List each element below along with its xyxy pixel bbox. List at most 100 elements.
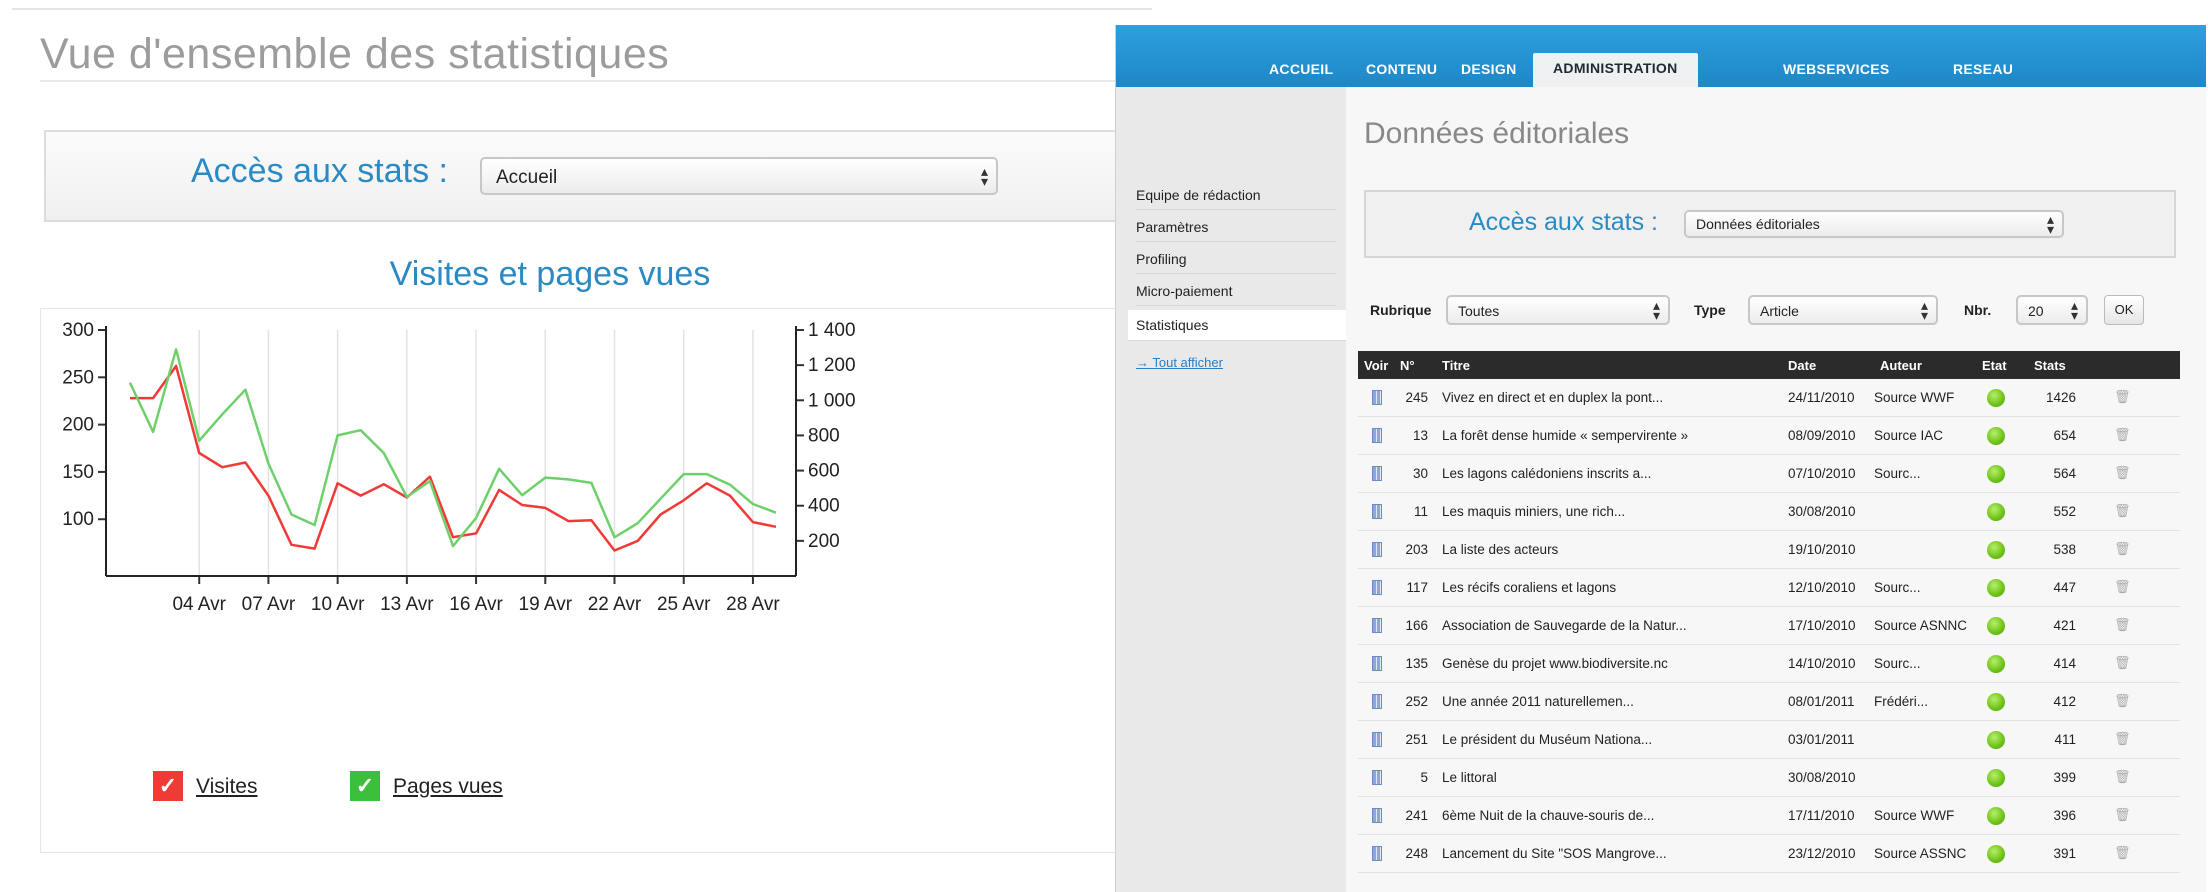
stats-page-select[interactable]: Accueil ▴ ▾ [480,157,998,195]
trash-icon[interactable]: 🗑 [2114,655,2131,671]
trash-icon[interactable]: 🗑 [2114,769,2131,785]
type-label: Type [1694,302,1726,318]
page-title: Vue d'ensemble des statistiques [40,30,670,78]
row-title[interactable]: Les récifs coraliens et lagons [1442,580,1616,595]
pageviews-series-line [128,348,777,548]
table-row[interactable]: 30 Les lagons calédoniens inscrits a... 07… [1358,455,2180,493]
table-row[interactable]: 135 Genèse du projet www.biodiversite.nc 1… [1358,645,2180,683]
table-row[interactable]: 248 Lancement du Site "SOS Mangrove... 23/… [1358,835,2180,873]
trash-icon[interactable]: 🗑 [2114,579,2131,595]
view-icon[interactable] [1372,542,1382,557]
checkbox-checked-icon[interactable]: ✓ [350,771,380,801]
row-title[interactable]: Les maquis miniers, une rich... [1442,504,1625,519]
rubrique-select[interactable]: Toutes ▴ ▾ [1446,295,1670,325]
nav-webservices[interactable]: WEBSERVICES [1783,61,1890,77]
trash-icon[interactable]: 🗑 [2114,503,2131,519]
view-icon[interactable] [1372,732,1382,747]
view-icon[interactable] [1372,466,1382,481]
table-row[interactable]: 117 Les récifs coraliens et lagons 12/10/2… [1358,569,2180,607]
row-date: 17/10/2010 [1788,618,1856,633]
sidebar-item-profiling[interactable]: Profiling [1136,251,1336,274]
table-row[interactable]: 252 Une année 2011 naturellemen... 08/01/2… [1358,683,2180,721]
row-date: 24/11/2010 [1788,390,1855,405]
row-title[interactable]: La liste des acteurs [1442,542,1558,557]
view-icon[interactable] [1372,846,1382,861]
row-title[interactable]: Genèse du projet www.biodiversite.nc [1442,656,1668,671]
trash-icon[interactable]: 🗑 [2114,389,2131,405]
row-title[interactable]: La forêt dense humide « sempervirente » [1442,428,1688,443]
table-row[interactable]: 11 Les maquis miniers, une rich... 30/08/2… [1358,493,2180,531]
view-icon[interactable] [1372,504,1382,519]
right-stats-select-value: Données éditoriales [1696,216,1820,232]
nav-administration[interactable]: ADMINISTRATION [1533,53,1698,87]
row-title[interactable]: Association de Sauvegarde de la Natur... [1442,618,1687,633]
col-auteur[interactable]: Auteur [1880,358,1922,373]
row-title[interactable]: 6ème Nuit de la chauve-souris de... [1442,808,1654,823]
row-title[interactable]: Le littoral [1442,770,1497,785]
nav-contenu[interactable]: CONTENU [1366,61,1437,77]
sidebar-item-statistiques[interactable]: Statistiques [1128,310,1346,341]
table-row[interactable]: 166 Association de Sauvegarde de la Natur… [1358,607,2180,645]
row-date: 14/10/2010 [1788,656,1856,671]
row-date: 08/01/2011 [1788,694,1855,709]
nav-reseau[interactable]: RESEAU [1953,61,2013,77]
legend-visits-label[interactable]: Visites [196,775,257,799]
row-title[interactable]: Les lagons calédoniens inscrits a... [1442,466,1651,481]
nbr-select[interactable]: 20 ▴ ▾ [2016,295,2088,325]
sidebar-item-equipe[interactable]: Equipe de rédaction [1136,187,1336,210]
col-titre[interactable]: Titre [1442,358,1470,373]
trash-icon[interactable]: 🗑 [2114,617,2131,633]
content-title: Données éditoriales [1364,117,1630,150]
top-divider [12,8,1152,10]
view-icon[interactable] [1372,428,1382,443]
x-tick-label: 16 Avr [449,594,503,615]
table-row[interactable]: 5 Le littoral 30/08/2010 399 🗑 [1358,759,2180,797]
row-title[interactable]: Vivez en direct et en duplex la pont... [1442,390,1663,405]
table-row[interactable]: 203 La liste des acteurs 19/10/2010 538 🗑 [1358,531,2180,569]
view-icon[interactable] [1372,770,1382,785]
view-icon[interactable] [1372,618,1382,633]
table-row[interactable]: 245 Vivez en direct et en duplex la pont.… [1358,379,2180,417]
right-stats-page-select[interactable]: Données éditoriales ▴ ▾ [1684,210,2064,238]
row-title[interactable]: Le président du Muséum Nationa... [1442,732,1652,747]
show-all-link[interactable]: → Tout afficher [1136,355,1223,370]
row-date: 03/01/2011 [1788,732,1855,747]
view-icon[interactable] [1372,656,1382,671]
nav-accueil[interactable]: ACCUEIL [1269,61,1333,77]
col-stats[interactable]: Stats [2034,358,2066,373]
view-icon[interactable] [1372,580,1382,595]
col-date[interactable]: Date [1788,358,1816,373]
view-icon[interactable] [1372,694,1382,709]
trash-icon[interactable]: 🗑 [2114,427,2131,443]
col-etat[interactable]: Etat [1982,358,2007,373]
x-tick-label: 25 Avr [657,594,711,615]
table-row[interactable]: 241 6ème Nuit de la chauve-souris de... 17… [1358,797,2180,835]
trash-icon[interactable]: 🗑 [2114,693,2131,709]
trash-icon[interactable]: 🗑 [2114,845,2131,861]
view-icon[interactable] [1372,390,1382,405]
col-voir[interactable]: Voir [1364,358,1388,373]
type-select[interactable]: Article ▴ ▾ [1748,295,1938,325]
row-title[interactable]: Lancement du Site "SOS Mangrove... [1442,846,1667,861]
row-title[interactable]: Une année 2011 naturellemen... [1442,694,1634,709]
select-arrows-icon: ▴ ▾ [1920,297,1928,323]
col-num[interactable]: N° [1400,358,1415,373]
top-navigation-bar: ACCUEIL CONTENU DESIGN ADMINISTRATION WE… [1116,25,2206,87]
table-row[interactable]: 251 Le président du Muséum Nationa... 03/0… [1358,721,2180,759]
type-select-value: Article [1760,303,1799,319]
table-row[interactable]: 13 La forêt dense humide « sempervirente … [1358,417,2180,455]
trash-icon[interactable]: 🗑 [2114,465,2131,481]
nav-design[interactable]: DESIGN [1461,61,1516,77]
sidebar-item-parametres[interactable]: Paramètres [1136,219,1336,242]
sidebar-item-micro-paiement[interactable]: Micro-paiement [1136,283,1336,306]
legend-pageviews-label[interactable]: Pages vues [393,775,503,799]
trash-icon[interactable]: 🗑 [2114,807,2131,823]
status-dot-icon [1987,427,2005,445]
row-stats: 654 [2053,428,2076,443]
checkbox-checked-icon[interactable]: ✓ [153,771,183,801]
y-left-tick-label: 150 [62,462,94,483]
trash-icon[interactable]: 🗑 [2114,731,2131,747]
trash-icon[interactable]: 🗑 [2114,541,2131,557]
ok-button[interactable]: OK [2104,295,2144,325]
view-icon[interactable] [1372,808,1382,823]
